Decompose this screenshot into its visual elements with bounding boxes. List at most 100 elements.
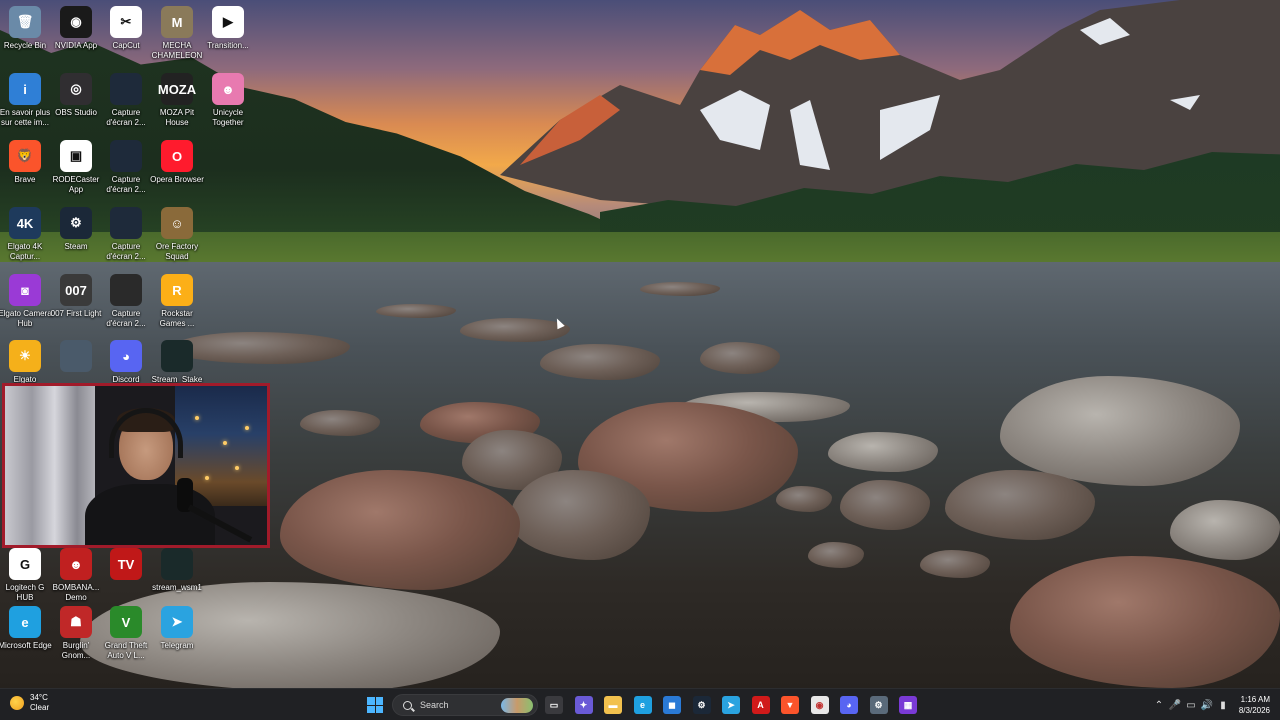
game-icon xyxy=(60,340,92,372)
desktop-icon[interactable]: ➤ Telegram xyxy=(152,606,202,651)
chevron-up-icon[interactable]: ⌃ xyxy=(1152,698,1166,712)
desktop-icon-label: Brave xyxy=(14,175,36,184)
desktop-icon-label: Grand Theft Auto V L... xyxy=(104,641,148,660)
desktop-icon[interactable]: Capture d'écran 2... xyxy=(101,140,151,194)
desktop-icon-label: Burglin' Gnom... xyxy=(61,641,91,660)
desktop-icon[interactable]: O Opera Browser xyxy=(150,140,204,185)
desktop-icon[interactable]: stream_wsm1 xyxy=(152,548,202,593)
file-explorer-icon[interactable]: ▬ xyxy=(604,696,622,714)
battery-icon[interactable]: ▮ xyxy=(1216,698,1230,712)
desktop-icon[interactable]: ☗ Burglin' Gnom... xyxy=(51,606,101,660)
copilot-icon[interactable]: ✦ xyxy=(574,696,593,714)
desktop-icon[interactable]: i En savoir plus sur cette im... xyxy=(0,73,50,127)
desktop-icon-label: Capture d'écran 2... xyxy=(106,309,146,328)
bombana-icon: ☻ xyxy=(60,548,92,580)
desktop-icon-label: Telegram xyxy=(160,641,194,650)
store-icon[interactable]: ◼ xyxy=(663,696,681,714)
desktop-icon-label: Capture d'écran 2... xyxy=(106,108,146,127)
app-grid-icon[interactable]: ▦ xyxy=(899,696,917,714)
desktop-icon[interactable]: MOZA MOZA Pit House xyxy=(152,73,202,127)
nvidia-icon: ◉ xyxy=(60,6,92,38)
desktop-icon[interactable]: TV xyxy=(101,548,151,583)
007-icon: 007 xyxy=(60,274,92,306)
desktop-icon[interactable]: Capture d'écran 2... xyxy=(101,207,151,261)
desktop-icon[interactable]: 007 007 First Light xyxy=(51,274,101,319)
elgato-4k-icon: 4K xyxy=(9,207,41,239)
desktop-icon[interactable]: ▣ RODECaster App xyxy=(51,140,101,194)
volume-icon[interactable]: 🔊 xyxy=(1200,698,1214,712)
telegram-icon: ➤ xyxy=(161,606,193,638)
desktop-icon[interactable]: Capture d'écran 2... xyxy=(101,73,151,127)
desktop-icon[interactable]: ▶ Transition... xyxy=(203,6,253,51)
desktop-icon-label: Rockstar Games ... xyxy=(159,309,195,328)
chrome-icon[interactable]: ◉ xyxy=(810,696,829,714)
desktop-icon[interactable]: 🦁 Brave xyxy=(0,140,50,185)
desktop-icon-label: Logitech G HUB xyxy=(5,583,45,602)
desktop-icon[interactable]: 🗑 Recycle Bin xyxy=(0,6,50,51)
burglin-gnomes-icon: ☗ xyxy=(60,606,92,638)
tv-icon: TV xyxy=(110,548,142,580)
desktop-icon[interactable]: Capture d'écran 2... xyxy=(101,274,151,328)
discord-icon: ◕ xyxy=(110,340,142,372)
brave-icon[interactable]: ▼ xyxy=(781,696,799,714)
desktop-icon[interactable]: ◉ NVIDIA App xyxy=(51,6,101,51)
desktop-icon-label: Opera Browser xyxy=(150,175,204,184)
desktop-icon-label: CapCut xyxy=(112,41,140,50)
telegram-icon[interactable]: ➤ xyxy=(722,696,740,714)
microphone-icon[interactable]: 🎤 xyxy=(1168,698,1182,712)
desktop-icon[interactable]: R Rockstar Games ... xyxy=(152,274,202,328)
desktop-icon[interactable]: ◎ OBS Studio xyxy=(51,73,101,118)
transition-icon: ▶ xyxy=(212,6,244,38)
discord-icon[interactable]: ◕ xyxy=(840,696,858,714)
desktop-icon[interactable]: e Microsoft Edge xyxy=(0,606,52,651)
taskbar-clock[interactable]: 1:16 AM 8/3/2026 xyxy=(1239,694,1270,716)
desktop-icon[interactable]: ☻ Unicycle Together xyxy=(203,73,253,127)
desktop-icon[interactable]: ◙ Elgato Camera Hub xyxy=(0,274,52,328)
steam-icon[interactable]: ⚙ xyxy=(692,696,711,714)
desktop-icon-label: 007 First Light xyxy=(50,309,102,318)
ore-factory-icon: ☺ xyxy=(161,207,193,239)
task-view-icon[interactable]: ▭ xyxy=(545,696,563,714)
desktop-icon[interactable]: G Logitech G HUB xyxy=(0,548,50,602)
steam-icon: ⚙ xyxy=(60,207,92,239)
desktop-icon[interactable]: ☺ Ore Factory Squad xyxy=(152,207,202,261)
search-icon xyxy=(403,700,412,710)
start-button[interactable] xyxy=(367,697,383,713)
adobe-icon[interactable]: A xyxy=(751,696,770,714)
desktop-icon[interactable]: ✂ CapCut xyxy=(101,6,151,51)
clock-date: 8/3/2026 xyxy=(1238,706,1270,715)
brave-icon: 🦁 xyxy=(9,140,41,172)
taskbar-search-box[interactable]: Search xyxy=(392,694,538,716)
screenshot-icon xyxy=(110,140,142,172)
desktop-icon-label: Microsoft Edge xyxy=(0,641,52,650)
webcam-overlay xyxy=(2,383,270,548)
webcam-person xyxy=(85,406,253,545)
network-icon[interactable]: ▭ xyxy=(1184,698,1198,712)
desktop-icon[interactable]: M MECHA CHAMELEON xyxy=(152,6,202,60)
desktop-icon[interactable]: ☻ BOMBANA... Demo xyxy=(51,548,101,602)
desktop-icon-label: MOZA Pit House xyxy=(159,108,195,127)
desktop-icon-label: Elgato 4K Captur... xyxy=(7,242,43,261)
desktop-icon[interactable]: 4K Elgato 4K Captur... xyxy=(0,207,50,261)
desktop-icon-label: Elgato Camera Hub xyxy=(0,309,52,328)
weather-widget[interactable]: 34°C Clear xyxy=(10,693,49,713)
desktop-icon[interactable] xyxy=(51,340,101,375)
desktop-icon[interactable]: Stream_Stake xyxy=(152,340,202,385)
opera-icon: O xyxy=(161,140,193,172)
clock-time: 1:16 AM xyxy=(1240,695,1270,704)
logitech-icon: G xyxy=(9,548,41,580)
elgato-icon: ☀ xyxy=(9,340,41,372)
settings-icon[interactable]: ⚙ xyxy=(869,696,888,714)
desktop-icon[interactable]: ◕ Discord xyxy=(101,340,151,385)
screenshot-icon xyxy=(110,207,142,239)
desktop-icon-label: Transition... xyxy=(207,41,249,50)
rockstar-icon: R xyxy=(161,274,193,306)
edge-icon[interactable]: e xyxy=(633,696,652,714)
desktop-icon[interactable]: V Grand Theft Auto V L... xyxy=(101,606,151,660)
desktop-icon-label: BOMBANA... Demo xyxy=(52,583,100,602)
desktop-icon-label: OBS Studio xyxy=(55,108,97,117)
desktop-icon-label: Recycle Bin xyxy=(3,41,47,50)
desktop-icon[interactable]: ☀ Elgato xyxy=(0,340,50,385)
gta-icon: V xyxy=(110,606,142,638)
desktop-icon[interactable]: ⚙ Steam xyxy=(51,207,101,252)
